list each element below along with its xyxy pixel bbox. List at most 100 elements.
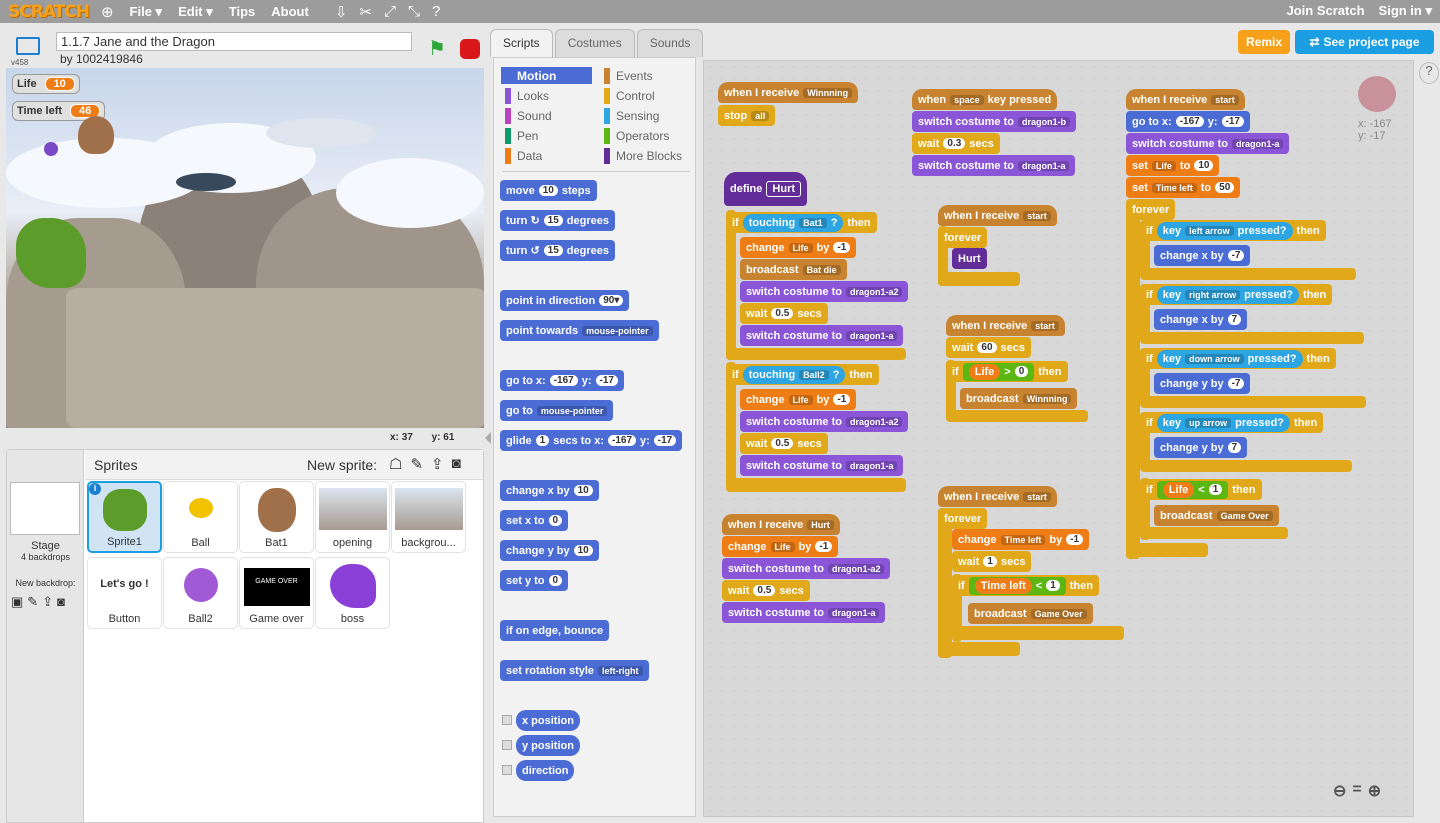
globe-icon[interactable]: ⊕ [101, 3, 114, 21]
block-input[interactable]: 0.5 [771, 308, 794, 319]
block-input[interactable]: -7 [1227, 378, 1245, 389]
ball-sprite[interactable] [44, 142, 58, 156]
switch-costume-block[interactable]: switch costume to dragon1-a [740, 455, 904, 476]
stop-block[interactable]: stop all [718, 105, 776, 126]
category-looks[interactable]: Looks [501, 87, 592, 104]
block-input[interactable]: -1 [815, 541, 833, 552]
block-input[interactable]: 1 [1046, 580, 1060, 591]
if-block[interactable]: if Life >0 then [946, 361, 1068, 382]
block-dropdown[interactable]: start [1023, 491, 1051, 502]
fullscreen-icon[interactable] [16, 37, 40, 55]
block-input[interactable]: -17 [653, 435, 677, 446]
sprite-tile[interactable]: opening [315, 481, 390, 553]
block-dropdown[interactable]: up arrow [1185, 417, 1232, 428]
block-dropdown[interactable]: right arrow [1185, 289, 1241, 300]
block-dropdown[interactable]: dragon1-a2 [827, 563, 885, 574]
direction-reporter[interactable]: direction [516, 760, 575, 781]
change-var-block[interactable]: change Life by -1 [740, 237, 857, 258]
sprite-tile[interactable]: Ball [163, 481, 238, 553]
remix-button[interactable]: Remix [1238, 30, 1290, 54]
zoom-in-icon[interactable]: ⊕ [1368, 781, 1381, 801]
sprite-tile[interactable]: Bat1 [239, 481, 314, 553]
category-more-blocks[interactable]: More Blocks [600, 147, 692, 164]
switch-costume-block[interactable]: switch costume to dragon1-a2 [722, 558, 891, 579]
block-dropdown[interactable]: start [1211, 94, 1239, 105]
block-input[interactable]: -17 [1221, 116, 1244, 127]
when-receive-hat[interactable]: when I receive start [938, 486, 1057, 507]
key-pressed-reporter[interactable]: key left arrow pressed? [1156, 221, 1293, 240]
block-input[interactable]: -167 [549, 375, 578, 386]
block-dropdown[interactable]: down arrow [1185, 353, 1244, 364]
call-hurt-block[interactable]: Hurt [952, 248, 987, 269]
upload-sprite-icon[interactable]: ⇪ [431, 455, 444, 473]
set-var-block[interactable]: set Time left to 50 [1126, 177, 1241, 198]
switch-costume-block[interactable]: switch costume to dragon1-a [1126, 133, 1290, 154]
upload-icon[interactable]: ⇪ [42, 594, 53, 610]
point-direction-block[interactable]: point in direction 90▾ [500, 290, 630, 311]
edge-bounce-block[interactable]: if on edge, bounce [500, 620, 610, 641]
sprite-tile[interactable]: i Sprite1 [87, 481, 162, 553]
category-sound[interactable]: Sound [501, 107, 592, 124]
if-block[interactable]: if Life <1 then [1140, 479, 1262, 500]
category-motion[interactable]: Motion [501, 67, 592, 84]
block-input[interactable]: -1 [833, 394, 851, 405]
bat-sprite[interactable] [78, 116, 114, 154]
category-events[interactable]: Events [600, 67, 692, 84]
stage-thumbnail[interactable] [10, 482, 80, 535]
block-dropdown[interactable]: Hurt [807, 519, 834, 530]
sprite-tile[interactable]: boss [315, 557, 390, 629]
block-input[interactable]: 60 [977, 342, 997, 353]
block-dropdown[interactable]: dragon1-a [845, 330, 898, 341]
grow-icon[interactable]: ⤢ [384, 3, 396, 20]
block-dropdown[interactable]: Ball2 [799, 369, 829, 380]
block-input[interactable]: 10 [573, 485, 593, 496]
block-input[interactable]: 1 [1208, 484, 1223, 495]
touching-reporter[interactable]: touching Ball2? [742, 365, 846, 384]
if-block[interactable]: if touching Bat1? then [726, 212, 877, 233]
block-dropdown[interactable]: dragon1-a [845, 460, 898, 471]
block-dropdown[interactable]: Game Over [1216, 510, 1273, 521]
if-block[interactable]: if key right arrow pressed? then [1140, 284, 1333, 305]
set-y-block[interactable]: set y to 0 [500, 570, 569, 591]
backdrop-library-icon[interactable]: ▣ [11, 594, 23, 610]
block-dropdown[interactable]: dragon1-a [1231, 138, 1284, 149]
y-position-reporter[interactable]: y position [516, 735, 580, 756]
broadcast-block[interactable]: broadcast Winnning [960, 388, 1078, 409]
change-x-block[interactable]: change x by 10 [500, 480, 599, 501]
menu-file[interactable]: File ▾ [130, 4, 163, 20]
block-input[interactable]: 0 [548, 515, 563, 526]
block-dropdown[interactable]: Time left [1151, 182, 1197, 193]
menu-tips[interactable]: Tips [229, 4, 256, 19]
move-block[interactable]: move 10 steps [500, 180, 597, 201]
block-input[interactable]: 1 [535, 435, 550, 446]
block-dropdown[interactable]: dragon1-b [1017, 116, 1070, 127]
greater-than-operator[interactable]: Life >0 [962, 362, 1035, 381]
when-receive-hat[interactable]: when I receive start [938, 205, 1057, 226]
switch-costume-block[interactable]: switch costume to dragon1-b [912, 111, 1076, 132]
block-dropdown[interactable]: mouse-pointer [536, 405, 608, 416]
block-dropdown[interactable]: Bat1 [799, 217, 827, 228]
key-pressed-reporter[interactable]: key right arrow pressed? [1156, 285, 1300, 304]
block-dropdown[interactable]: Game Over [1030, 608, 1087, 619]
when-receive-hat[interactable]: when I receive start [946, 315, 1065, 336]
when-receive-hat[interactable]: when I receive Hurt [722, 514, 840, 535]
forever-block[interactable]: forever [1126, 199, 1176, 220]
info-icon[interactable]: i [89, 483, 101, 495]
key-pressed-reporter[interactable]: key up arrow pressed? [1156, 413, 1291, 432]
x-position-reporter[interactable]: x position [516, 710, 580, 731]
switch-costume-block[interactable]: switch costume to dragon1-a [912, 155, 1076, 176]
life-reporter[interactable]: Life [1162, 481, 1195, 498]
block-input[interactable]: 50 [1215, 182, 1235, 193]
block-dropdown[interactable]: Life [788, 242, 813, 253]
direction-checkbox[interactable] [502, 765, 512, 775]
time-left-reporter[interactable]: Time left [974, 577, 1032, 594]
block-dropdown[interactable]: dragon1-a [827, 607, 880, 618]
define-hurt-block[interactable]: define Hurt [724, 172, 808, 206]
tab-scripts[interactable]: Scripts [490, 29, 553, 57]
switch-costume-block[interactable]: switch costume to dragon1-a2 [740, 281, 909, 302]
glide-block[interactable]: glide 1 secs to x: -167 y: -17 [500, 430, 683, 451]
block-dropdown[interactable]: dragon1-a2 [845, 416, 903, 427]
block-dropdown[interactable]: Bat die [802, 264, 841, 275]
wait-block[interactable]: wait 0.3 secs [912, 133, 1000, 154]
block-input[interactable]: -167 [607, 435, 636, 446]
